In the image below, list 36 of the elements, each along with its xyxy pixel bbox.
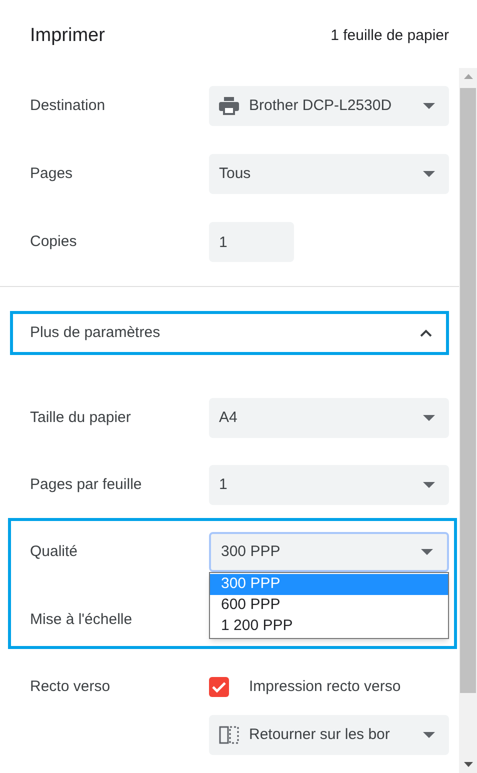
scroll-down-icon[interactable] <box>464 762 472 767</box>
dropdown-select[interactable]: Tous <box>209 154 449 194</box>
more-settings-toggle[interactable]: Plus de paramètres <box>10 311 449 355</box>
sheet-count: 1 feuille de papier <box>330 26 449 46</box>
flip-edge-icon <box>219 725 239 745</box>
scrollbar-thumb[interactable] <box>460 88 476 693</box>
scrollbar[interactable] <box>459 68 477 773</box>
copies-field[interactable]: 1 <box>209 222 294 262</box>
dialog-title: Imprimer <box>30 24 105 48</box>
caret-icon <box>423 732 435 738</box>
printer-icon <box>219 97 239 115</box>
caret-icon <box>423 415 435 421</box>
caret-icon <box>423 171 435 177</box>
dropdown-select[interactable]: 1 <box>209 465 449 505</box>
checkbox-label: Impression recto verso <box>249 676 401 697</box>
scroll-up-icon[interactable] <box>464 74 472 79</box>
caret-icon <box>423 482 435 488</box>
dropdown-option[interactable]: 1 200 PPP <box>210 616 448 637</box>
dropdown-select[interactable]: 300 PPP <box>209 532 449 572</box>
setting-label: Qualité <box>30 542 79 562</box>
checkbox[interactable] <box>209 677 229 697</box>
dropdown-select[interactable]: A4 <box>209 398 449 438</box>
setting-label: Pages <box>30 164 74 184</box>
setting-label: Mise à l'échelle <box>30 610 132 630</box>
dropdown-select[interactable]: Retourner sur les bor <box>209 715 449 755</box>
setting-label: Destination <box>30 96 106 116</box>
caret-icon <box>423 103 435 109</box>
setting-label: Recto verso <box>30 676 112 697</box>
setting-label: Taille du papier <box>30 408 132 428</box>
chevron-up-icon <box>420 329 432 337</box>
caret-icon <box>421 549 433 555</box>
setting-label: Copies <box>30 232 78 252</box>
dropdown-option[interactable]: 600 PPP <box>210 595 448 616</box>
dropdown-select[interactable]: Brother DCP-L2530D <box>209 86 449 126</box>
setting-label: Pages par feuille <box>30 474 143 495</box>
check-icon <box>212 682 226 692</box>
